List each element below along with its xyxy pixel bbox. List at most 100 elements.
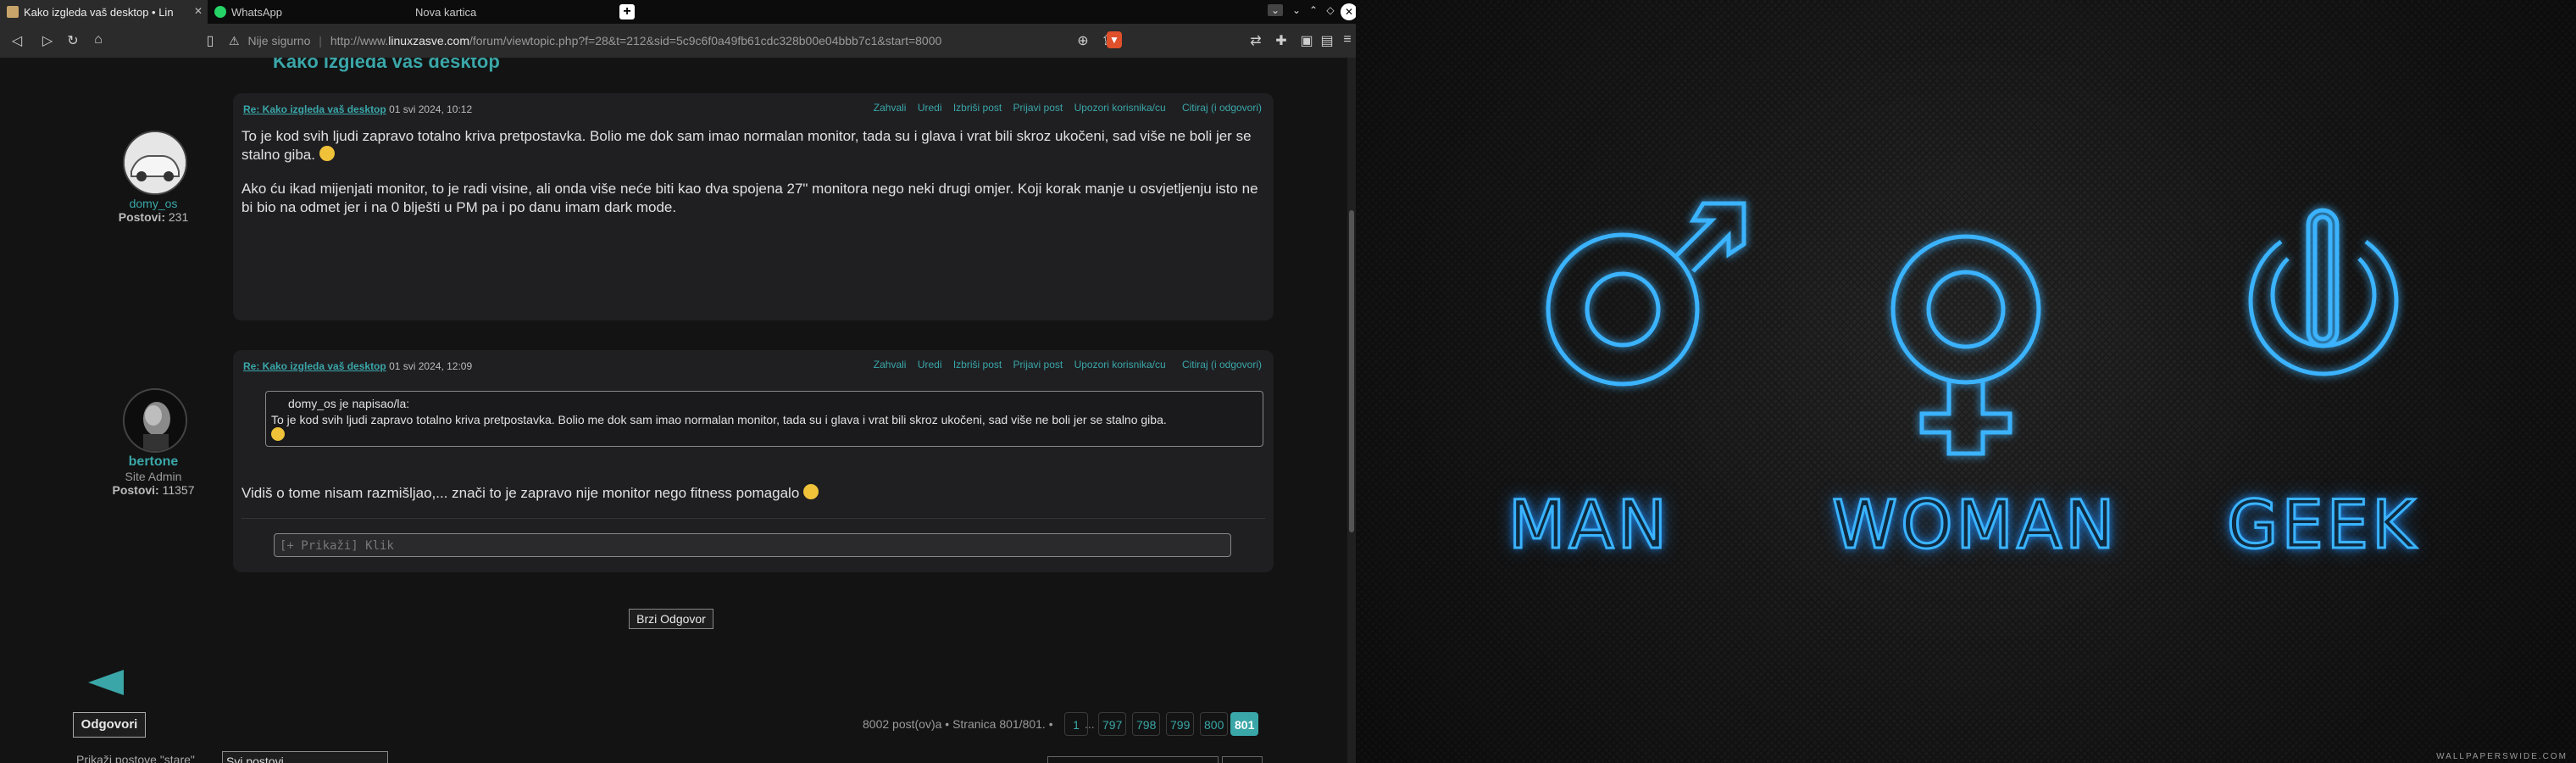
home-icon[interactable]: ⌂: [90, 32, 107, 47]
report-button[interactable]: Prijavi post: [1013, 102, 1063, 114]
quick-reply-button[interactable]: Brzi Odgovor: [629, 609, 713, 629]
author-name[interactable]: bertone: [86, 454, 221, 470]
topic-title[interactable]: Kako izgleda vaš desktop: [273, 58, 500, 73]
page-ellipsis: ...: [1085, 717, 1095, 731]
post-count: Postovi: 11357: [112, 483, 195, 497]
post-header: Re: Kako izgleda vaš desktop 01 svi 2024…: [243, 103, 472, 115]
url-prefix: http://www.: [330, 34, 389, 47]
minimize-icon[interactable]: ⌄: [1289, 4, 1304, 16]
tab-bar: Kako izgleda vaš desktop • Lin ✕ WhatsAp…: [0, 0, 1356, 24]
delete-button[interactable]: Izbriši post: [953, 359, 1002, 370]
label-geek: GEEK: [2225, 487, 2419, 565]
avatar[interactable]: [123, 131, 187, 195]
quote-button[interactable]: Citiraj (i odgovori): [1182, 102, 1262, 114]
new-tab-button[interactable]: +: [619, 4, 635, 19]
neon-symbols: [1546, 201, 2399, 456]
current-page[interactable]: 801: [1230, 712, 1259, 736]
warn-user-button[interactable]: Upozori korisnika/cu: [1074, 359, 1166, 370]
whatsapp-icon: [214, 6, 226, 18]
thank-button[interactable]: Zahvali: [874, 359, 907, 370]
male-symbol-icon: [1546, 201, 1746, 387]
page-link[interactable]: 800: [1200, 712, 1229, 736]
sort-label: Prikaži postove "stare": [76, 753, 195, 763]
forum-page: Kako izgleda vaš desktop domy_os Postovi…: [0, 58, 1347, 763]
tab-forum[interactable]: Kako izgleda vaš desktop • Lin ✕: [0, 0, 208, 24]
post-header: Re: Kako izgleda vaš desktop 01 svi 2024…: [243, 360, 472, 372]
quote-author: domy_os je napisao/la:: [288, 397, 410, 410]
browser-window: Kako izgleda vaš desktop • Lin ✕ WhatsAp…: [0, 0, 1356, 763]
url-path: /forum/viewtopic.php?f=28&t=212&sid=5c9c…: [469, 34, 942, 47]
grin-emoji-icon: [803, 484, 819, 499]
close-window-icon[interactable]: ✕: [1341, 3, 1356, 20]
post-author-info: bertone Site Admin Postovi: 11357: [86, 454, 221, 497]
watermark: WALLPAPERSWIDE.COM: [2436, 752, 2568, 761]
brave-shields-icon[interactable]: ▼: [1107, 31, 1122, 48]
page-link[interactable]: 799: [1166, 712, 1195, 736]
reload-icon[interactable]: ↻: [64, 32, 81, 49]
delete-button[interactable]: Izbriši post: [953, 102, 1002, 114]
tab-new[interactable]: Nova kartica: [415, 0, 614, 24]
post-actions: Zahvali Uredi Izbriši post Prijavi post …: [865, 359, 1262, 370]
scrollbar-thumb[interactable]: [1349, 210, 1354, 532]
post-count: Postovi: 231: [118, 210, 189, 224]
smile-emoji-icon: [319, 146, 335, 161]
post-actions: Zahvali Uredi Izbriši post Prijavi post …: [865, 102, 1262, 114]
zoom-icon[interactable]: ⊕: [1074, 32, 1091, 49]
menu-icon[interactable]: ≡: [1339, 32, 1356, 47]
sidebar-icon[interactable]: ▤: [1319, 32, 1335, 49]
tab-whatsapp[interactable]: WhatsApp: [208, 0, 415, 24]
jump-select[interactable]: [1047, 756, 1219, 763]
jump-button[interactable]: [1222, 756, 1263, 763]
label-man: MAN: [1507, 487, 1671, 565]
thank-button[interactable]: Zahvali: [874, 102, 907, 114]
tab-title: Kako izgleda vaš desktop • Lin: [24, 5, 174, 19]
author-name[interactable]: domy_os: [86, 197, 221, 210]
label-woman: WOMAN: [1831, 487, 2118, 565]
extensions-icon[interactable]: ✚: [1273, 32, 1290, 49]
female-symbol-icon: [1890, 234, 2041, 456]
avatar[interactable]: [123, 388, 187, 453]
report-button[interactable]: Prijavi post: [1013, 359, 1063, 370]
tab-title: Nova kartica: [415, 5, 477, 19]
address-bar[interactable]: ⚠ Nije sigurno | http://www.linuxzasve.c…: [229, 30, 1093, 52]
restore-icon[interactable]: ◇: [1323, 4, 1338, 16]
sort-select[interactable]: Svi postovi: [222, 751, 388, 763]
forum-post: Re: Kako izgleda vaš desktop 01 svi 2024…: [233, 93, 1274, 320]
signature-spoiler[interactable]: [+ Prikaži] Klik: [274, 533, 1231, 557]
post-text: Vidiš o tome nisam razmišljao,... znači …: [242, 485, 800, 501]
edit-button[interactable]: Uredi: [918, 359, 942, 370]
bookmark-icon[interactable]: ▯: [202, 32, 219, 49]
tab-list-chevron-icon[interactable]: ⌄: [1268, 4, 1283, 16]
post-paragraph: Ako ću ikad mijenjati monitor, to je rad…: [242, 181, 1258, 215]
maximize-icon[interactable]: ⌃: [1306, 4, 1321, 16]
tab-title: WhatsApp: [231, 5, 282, 19]
post-subject[interactable]: Re: Kako izgleda vaš desktop: [243, 360, 386, 372]
warn-user-button[interactable]: Upozori korisnika/cu: [1074, 102, 1166, 114]
author-rank: Site Admin: [125, 470, 182, 483]
edit-button[interactable]: Uredi: [918, 102, 942, 114]
page-scrollbar[interactable]: [1347, 58, 1356, 763]
quote-button[interactable]: Citiraj (i odgovori): [1182, 359, 1262, 370]
power-icon: [2248, 208, 2399, 376]
reply-button[interactable]: Odgovori: [73, 712, 146, 738]
smile-emoji-icon: [271, 427, 285, 441]
translate-icon[interactable]: ⇄: [1247, 32, 1264, 49]
back-to-top-arrow-icon[interactable]: [88, 670, 124, 699]
desktop-wallpaper: MAN WOMAN GEEK WALLPAPERSWIDE.COM: [1356, 0, 2576, 763]
post-body: Vidiš o tome nisam razmišljao,... znači …: [242, 484, 819, 503]
post-date: 01 svi 2024, 10:12: [389, 103, 473, 115]
url-host: linuxzasve.com: [388, 34, 469, 47]
wallet-icon[interactable]: ▣: [1298, 32, 1315, 49]
page-link[interactable]: 798: [1132, 712, 1161, 736]
close-tab-icon[interactable]: ✕: [194, 5, 203, 17]
post-date: 01 svi 2024, 12:09: [389, 360, 473, 372]
forum-post: Re: Kako izgleda vaš desktop 01 svi 2024…: [233, 350, 1274, 572]
post-subject[interactable]: Re: Kako izgleda vaš desktop: [243, 103, 386, 115]
pagination-summary: 8002 post(ov)a • Stranica 801/801. •: [863, 717, 1053, 731]
quote-block: domy_os je napisao/la: To je kod svih lj…: [265, 391, 1263, 447]
back-icon[interactable]: ◁: [8, 32, 25, 49]
page-link[interactable]: 797: [1098, 712, 1127, 736]
post-paragraph: To je kod svih ljudi zapravo totalno kri…: [242, 128, 1252, 163]
post-author-info: domy_os Postovi: 231: [86, 197, 221, 224]
forward-icon[interactable]: ▷: [39, 32, 56, 49]
